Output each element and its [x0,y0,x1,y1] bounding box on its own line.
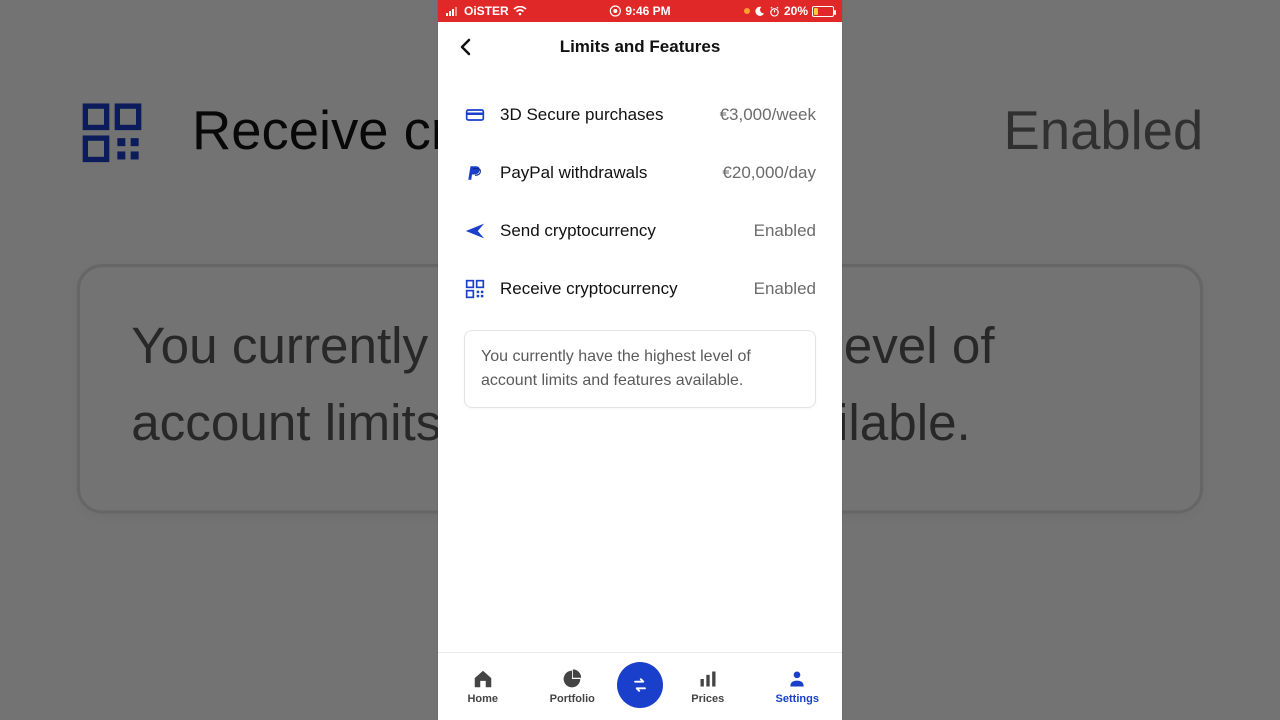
tab-bar: Home Portfolio Prices Se [438,652,842,720]
home-icon [472,668,494,690]
row-value: Enabled [754,221,816,241]
paypal-icon [464,162,486,184]
tab-portfolio[interactable]: Portfolio [528,668,618,705]
person-icon [786,668,808,690]
status-right: 20% [744,4,834,18]
row-value: €3,000/week [720,105,816,125]
tab-trade-button[interactable] [617,662,663,708]
row-send-crypto[interactable]: Send cryptocurrency Enabled [464,202,816,260]
nav-header: Limits and Features [438,22,842,72]
send-icon [464,220,486,242]
info-box: You currently have the highest level of … [464,330,816,408]
status-left: OiSTER [446,4,527,18]
alarm-icon [769,6,780,17]
chevron-left-icon [459,38,471,56]
status-bar: OiSTER 9:46 PM 20% [438,0,842,22]
row-value: Enabled [754,279,816,299]
privacy-dot-icon [744,8,750,14]
tab-home[interactable]: Home [438,668,528,705]
swap-icon [630,675,650,695]
row-paypal-withdrawals[interactable]: PayPal withdrawals €20,000/day [464,144,816,202]
features-list: 3D Secure purchases €3,000/week PayPal w… [438,72,842,318]
phone-frame: OiSTER 9:46 PM 20% [438,0,842,720]
bar-chart-icon [697,668,719,690]
cell-signal-icon [446,6,460,16]
row-3d-secure[interactable]: 3D Secure purchases €3,000/week [464,86,816,144]
row-label: Receive cryptocurrency [500,279,678,299]
tab-label: Home [467,693,498,705]
row-receive-crypto[interactable]: Receive cryptocurrency Enabled [464,260,816,318]
wifi-icon [513,6,527,16]
row-label: PayPal withdrawals [500,163,647,183]
recording-icon [609,5,621,17]
tab-label: Prices [691,693,724,705]
tab-label: Settings [776,693,819,705]
qr-icon [464,278,486,300]
pie-chart-icon [561,668,583,690]
tab-label: Portfolio [550,693,595,705]
moon-icon [754,6,765,17]
carrier-label: OiSTER [464,4,509,18]
battery-icon [812,6,834,17]
row-label: Send cryptocurrency [500,221,656,241]
row-label: 3D Secure purchases [500,105,663,125]
clock-label: 9:46 PM [625,4,670,18]
tab-prices[interactable]: Prices [663,668,753,705]
card-icon [464,104,486,126]
status-center: 9:46 PM [609,4,670,18]
back-button[interactable] [452,34,478,60]
tab-settings[interactable]: Settings [753,668,843,705]
page-title: Limits and Features [560,37,721,57]
row-value: €20,000/day [722,163,816,183]
battery-percent-label: 20% [784,4,808,18]
